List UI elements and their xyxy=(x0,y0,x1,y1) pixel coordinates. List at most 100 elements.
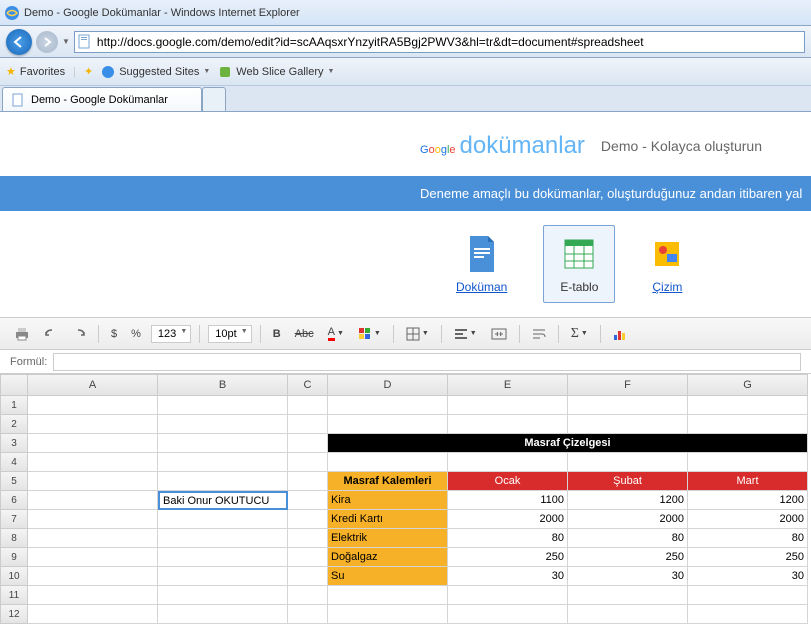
row-header-2[interactable]: 2 xyxy=(0,415,28,434)
align-button[interactable]: ▼ xyxy=(450,325,481,343)
cell[interactable]: 30 xyxy=(568,567,688,586)
cell[interactable] xyxy=(688,605,808,624)
cell[interactable]: 250 xyxy=(568,548,688,567)
column-header-D[interactable]: D xyxy=(328,374,448,396)
cell[interactable] xyxy=(158,396,288,415)
forward-button[interactable] xyxy=(36,31,58,53)
new-tab-button[interactable] xyxy=(202,87,226,111)
percent-button[interactable]: % xyxy=(127,325,145,343)
cell[interactable]: Doğalgaz xyxy=(328,548,448,567)
redo-button[interactable] xyxy=(68,325,90,343)
cell[interactable] xyxy=(448,586,568,605)
row-header-9[interactable]: 9 xyxy=(0,548,28,567)
cell[interactable] xyxy=(28,415,158,434)
cell[interactable] xyxy=(328,605,448,624)
cell[interactable] xyxy=(288,472,328,491)
suggested-sites-link[interactable]: Suggested Sites ▼ xyxy=(101,65,210,79)
cell[interactable]: Baki Onur OKUTUCU xyxy=(158,491,288,510)
cell[interactable] xyxy=(288,567,328,586)
cell[interactable] xyxy=(448,605,568,624)
browser-tab[interactable]: Demo - Google Dokümanlar xyxy=(2,87,202,111)
cell[interactable] xyxy=(328,453,448,472)
merge-button[interactable] xyxy=(487,325,511,343)
cell[interactable]: Masraf Kalemleri xyxy=(328,472,448,491)
cell[interactable] xyxy=(28,491,158,510)
cell[interactable]: Mart xyxy=(688,472,808,491)
cell[interactable] xyxy=(328,586,448,605)
cizim-link[interactable]: Çizim xyxy=(635,226,699,302)
cell[interactable]: Masraf Çizelgesi xyxy=(328,434,808,453)
cell[interactable] xyxy=(288,396,328,415)
cell[interactable] xyxy=(688,453,808,472)
back-button[interactable] xyxy=(6,29,32,55)
cell[interactable] xyxy=(158,586,288,605)
row-header-1[interactable]: 1 xyxy=(0,396,28,415)
column-header-B[interactable]: B xyxy=(158,374,288,396)
cell[interactable]: 2000 xyxy=(688,510,808,529)
cell[interactable] xyxy=(568,586,688,605)
cell[interactable]: 30 xyxy=(688,567,808,586)
cell[interactable] xyxy=(28,396,158,415)
cell[interactable] xyxy=(28,567,158,586)
row-header-5[interactable]: 5 xyxy=(0,472,28,491)
cell[interactable] xyxy=(158,453,288,472)
cell[interactable] xyxy=(288,548,328,567)
cell[interactable]: 250 xyxy=(448,548,568,567)
select-all-corner[interactable] xyxy=(0,374,28,396)
formula-button[interactable]: Σ ▼ xyxy=(567,323,592,345)
cell[interactable] xyxy=(288,510,328,529)
column-header-E[interactable]: E xyxy=(448,374,568,396)
cell[interactable] xyxy=(448,415,568,434)
cell[interactable] xyxy=(158,567,288,586)
column-header-A[interactable]: A xyxy=(28,374,158,396)
bold-button[interactable]: B xyxy=(269,325,285,343)
row-header-7[interactable]: 7 xyxy=(0,510,28,529)
cell[interactable] xyxy=(448,453,568,472)
cell[interactable]: 250 xyxy=(688,548,808,567)
strike-button[interactable]: Abc xyxy=(291,325,318,343)
cell[interactable] xyxy=(28,510,158,529)
web-slice-link[interactable]: Web Slice Gallery ▼ xyxy=(218,65,334,79)
cell[interactable] xyxy=(288,453,328,472)
favorites-button[interactable]: ★ Favorites xyxy=(6,65,65,78)
cell[interactable]: 30 xyxy=(448,567,568,586)
row-header-3[interactable]: 3 xyxy=(0,434,28,453)
cell[interactable]: Şubat xyxy=(568,472,688,491)
cell[interactable]: 80 xyxy=(448,529,568,548)
nav-dropdown-icon[interactable]: ▼ xyxy=(62,37,70,46)
cell[interactable] xyxy=(288,491,328,510)
cell[interactable] xyxy=(288,586,328,605)
row-header-10[interactable]: 10 xyxy=(0,567,28,586)
cell[interactable] xyxy=(158,605,288,624)
cell[interactable]: 2000 xyxy=(448,510,568,529)
cell[interactable] xyxy=(28,453,158,472)
cell[interactable] xyxy=(158,548,288,567)
cell[interactable]: Su xyxy=(328,567,448,586)
cell[interactable] xyxy=(288,605,328,624)
cell[interactable] xyxy=(158,434,288,453)
row-header-6[interactable]: 6 xyxy=(0,491,28,510)
cell[interactable] xyxy=(568,415,688,434)
cell[interactable]: Ocak xyxy=(448,472,568,491)
row-header-8[interactable]: 8 xyxy=(0,529,28,548)
cell[interactable]: 1200 xyxy=(568,491,688,510)
cell[interactable]: Elektrik xyxy=(328,529,448,548)
cell[interactable] xyxy=(158,472,288,491)
cell[interactable] xyxy=(568,605,688,624)
formula-input[interactable] xyxy=(53,353,801,371)
undo-button[interactable] xyxy=(40,325,62,343)
cell[interactable] xyxy=(158,415,288,434)
add-favorite-button[interactable]: ✦ xyxy=(84,65,93,78)
address-bar[interactable] xyxy=(74,31,805,53)
cell[interactable] xyxy=(688,396,808,415)
cell[interactable] xyxy=(448,396,568,415)
cell[interactable] xyxy=(158,510,288,529)
wrap-button[interactable] xyxy=(528,325,550,343)
currency-button[interactable]: $ xyxy=(107,325,121,343)
cell-grid[interactable]: Masraf Çizelgesi Masraf KalemleriOcakŞuba… xyxy=(28,396,808,624)
row-header-4[interactable]: 4 xyxy=(0,453,28,472)
fill-color-button[interactable]: ▼ xyxy=(354,324,385,344)
cell[interactable] xyxy=(688,415,808,434)
row-header-11[interactable]: 11 xyxy=(0,586,28,605)
dokuman-link[interactable]: Doküman xyxy=(440,226,523,302)
